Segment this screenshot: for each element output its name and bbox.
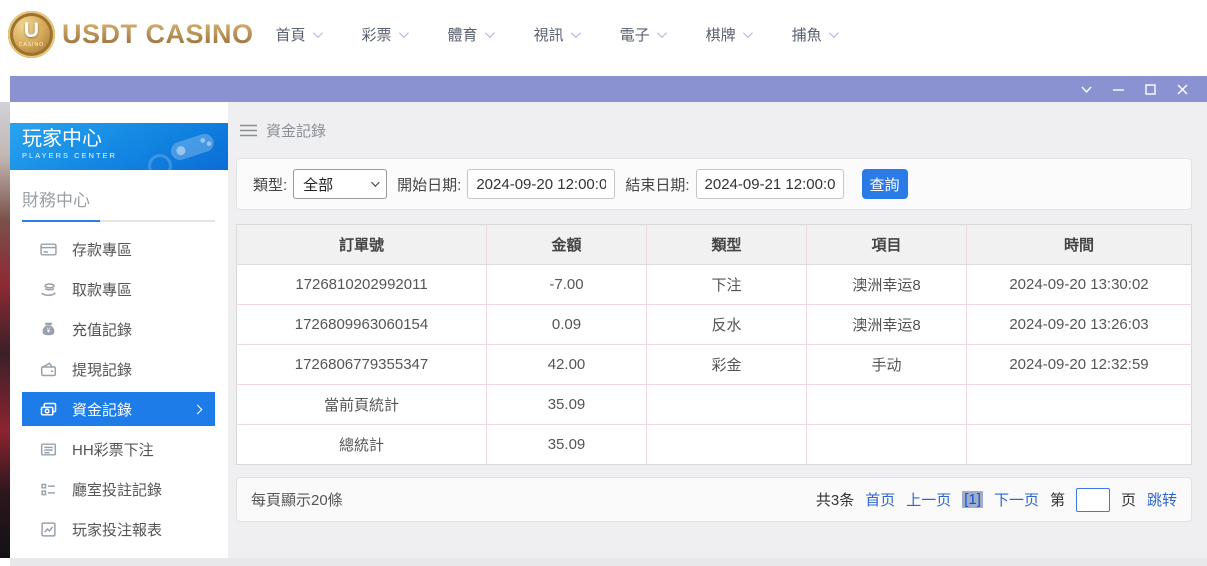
app-body: 玩家中心 PLAYERS CENTER 財務中心 存款專區 [0, 102, 1207, 558]
window-close-icon[interactable] [1176, 83, 1189, 96]
sidebar-menu: 存款專區 取款專區 ¥ 充值記錄 提現記錄 資金記錄 HH彩票下注 [10, 229, 228, 549]
sidebar-item-withdrawal-record[interactable]: 提現記錄 [22, 349, 215, 389]
sidebar-item-hh-lottery-bets[interactable]: HH彩票下注 [22, 429, 215, 469]
logo-text: USDT CASINO [62, 19, 254, 50]
nav-item-chess[interactable]: 棋牌 [706, 24, 750, 45]
site-header: U CASINO USDT CASINO 首頁 彩票 體育 視訊 電子 棋牌 捕… [0, 0, 1207, 68]
column-header-time: 時間 [967, 225, 1192, 265]
search-button[interactable]: 查詢 [862, 169, 908, 199]
section-underline [22, 220, 215, 222]
wallet-icon [40, 361, 57, 378]
chevron-down-icon [571, 28, 581, 38]
player-center-sidebar: 玩家中心 PLAYERS CENTER 財務中心 存款專區 [10, 102, 228, 558]
pagination-controls: 共3条 首页 上一页 [1] 下一页 第 页 跳转 [816, 488, 1177, 512]
sidebar-item-room-bet-record[interactable]: 廳室投註記錄 [22, 469, 215, 509]
hamburger-menu-icon[interactable] [240, 124, 257, 137]
sidebar-item-deposit[interactable]: 存款專區 [22, 229, 215, 269]
logo-letter: U [24, 20, 39, 41]
sidebar-item-withdraw[interactable]: 取款專區 [22, 269, 215, 309]
chevron-down-icon [743, 28, 753, 38]
finance-section-title: 財務中心 [22, 186, 228, 211]
window-maximize-icon[interactable] [1144, 83, 1157, 96]
column-header-item: 項目 [807, 225, 967, 265]
nav-item-sports[interactable]: 體育 [448, 24, 492, 45]
column-header-order-no: 訂單號 [237, 225, 487, 265]
table-row-page-total: 當前頁統計 35.09 [237, 385, 1192, 425]
chevron-down-icon [485, 28, 495, 38]
prev-page-link[interactable]: 上一页 [906, 489, 951, 510]
page-suffix-text: 页 [1121, 489, 1136, 510]
table-row: 1726810202992011 -7.00 下注 澳洲幸运8 2024-09-… [237, 265, 1192, 305]
deposit-card-icon [40, 241, 57, 258]
window-titlebar [10, 76, 1207, 102]
checklist-icon [40, 481, 57, 498]
start-date-label: 開始日期: [397, 174, 461, 195]
logo-ball-icon: U CASINO [8, 11, 55, 58]
svg-text:¥: ¥ [47, 327, 51, 334]
chevron-down-icon [371, 178, 379, 186]
table-row: 1726806779355347 42.00 彩金 手动 2024-09-20 … [237, 345, 1192, 385]
logo-small-text: CASINO [19, 42, 44, 48]
nav-item-live-video[interactable]: 視訊 [534, 24, 578, 45]
table-row-grand-total: 總統計 35.09 [237, 425, 1192, 465]
start-date-input[interactable] [467, 169, 615, 199]
table-row: 1726809963060154 0.09 反水 澳洲幸运8 2024-09-2… [237, 305, 1192, 345]
column-header-type: 類型 [647, 225, 807, 265]
sidebar-item-player-bet-report[interactable]: 玩家投注報表 [22, 509, 215, 549]
total-count-text: 共3条 [816, 489, 854, 510]
sidebar-item-recharge-record[interactable]: ¥ 充值記錄 [22, 309, 215, 349]
nav-item-lottery[interactable]: 彩票 [362, 24, 406, 45]
gamepad-icon [164, 128, 220, 164]
bottom-window-edge [10, 558, 1207, 566]
chevron-down-icon [399, 28, 409, 38]
money-bag-icon: ¥ [40, 321, 57, 338]
table-header-row: 訂單號 金額 類型 項目 時間 [237, 225, 1192, 265]
site-logo[interactable]: U CASINO USDT CASINO [0, 11, 254, 58]
page-size-text: 每頁顯示20條 [251, 489, 343, 510]
first-page-link[interactable]: 首页 [865, 489, 895, 510]
funds-record-table: 訂單號 金額 類型 項目 時間 1726810202992011 -7.00 下… [236, 224, 1192, 465]
end-date-input[interactable] [696, 169, 844, 199]
chevron-down-icon [312, 28, 322, 38]
page-number-input[interactable] [1076, 488, 1110, 512]
pagination-bar: 每頁顯示20條 共3条 首页 上一页 [1] 下一页 第 页 跳转 [236, 477, 1192, 522]
type-label: 類型: [253, 174, 287, 195]
nav-item-fishing[interactable]: 捕魚 [792, 24, 836, 45]
report-chart-icon [40, 521, 57, 538]
nav-item-home[interactable]: 首頁 [276, 24, 320, 45]
chevron-right-icon [193, 404, 203, 414]
breadcrumb: 資金記錄 [236, 102, 1192, 158]
main-nav: 首頁 彩票 體育 視訊 電子 棋牌 捕魚 [276, 24, 836, 45]
players-center-banner: 玩家中心 PLAYERS CENTER [10, 123, 228, 170]
window-minimize-icon[interactable] [1112, 83, 1125, 96]
background-photo-strip [0, 102, 10, 558]
window-collapse-icon[interactable] [1080, 83, 1093, 96]
sidebar-item-funds-record[interactable]: 資金記錄 [22, 392, 215, 426]
chevron-down-icon [829, 28, 839, 38]
column-header-amount: 金額 [487, 225, 647, 265]
banknotes-icon [40, 401, 57, 418]
main-content: 資金記錄 類型: 全部 開始日期: 結束日期: 查詢 訂單號 金額 類型 項目 [228, 102, 1207, 558]
next-page-link[interactable]: 下一页 [994, 489, 1039, 510]
type-select[interactable]: 全部 [293, 169, 387, 199]
current-page-indicator: [1] [962, 491, 983, 508]
nav-item-slots[interactable]: 電子 [620, 24, 664, 45]
jump-page-link[interactable]: 跳转 [1147, 489, 1177, 510]
list-icon [40, 441, 57, 458]
page-prefix-text: 第 [1050, 489, 1065, 510]
end-date-label: 結束日期: [625, 174, 689, 195]
filter-bar: 類型: 全部 開始日期: 結束日期: 查詢 [236, 158, 1192, 210]
chevron-down-icon [657, 28, 667, 38]
page-title: 資金記錄 [266, 120, 326, 141]
withdraw-hand-icon [40, 281, 57, 298]
